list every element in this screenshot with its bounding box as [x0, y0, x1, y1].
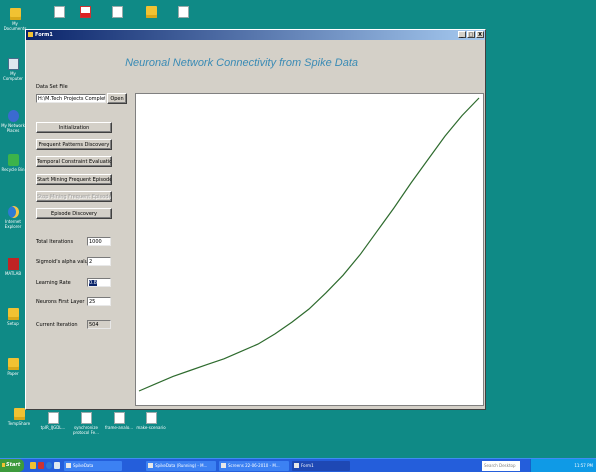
window-titlebar[interactable]: Form1 _ □ X [26, 30, 485, 40]
neurons-first-layer-label: Neurons First Layer [36, 299, 85, 305]
desktop-icon-label: My Documents [3, 21, 27, 31]
folder-icon[interactable] [30, 462, 36, 469]
initialization-button[interactable]: Initialization [36, 122, 112, 133]
form-icon [28, 32, 33, 37]
desktop-icon[interactable] [54, 462, 60, 469]
desktop-icon-label: TempShare [7, 421, 31, 426]
desktop-icon-my-documents[interactable]: My Documents [2, 8, 28, 31]
ie-icon[interactable] [46, 462, 52, 469]
desktop-icon-make-scenario[interactable]: make-scenario [136, 412, 166, 430]
desktop-icon-label: My Network Places [1, 123, 25, 133]
desktop-icon-label: synchronize protocol Fe... [73, 425, 99, 435]
desktop-icon-label: My Computer [3, 71, 23, 81]
total-iterations-label: Total Iterations [36, 239, 74, 245]
desktop-search-input[interactable]: Search Desktop [482, 461, 520, 471]
desktop-icon-paper[interactable]: Paper [0, 358, 26, 376]
total-iterations-input[interactable]: 1000 [87, 237, 111, 246]
window-controls: _ □ X [458, 31, 484, 38]
current-iteration-label: Current Iteration [36, 322, 78, 328]
task-spikedata[interactable]: SpikeData [64, 461, 122, 471]
desktop-icon-ie[interactable]: Internet Explorer [0, 206, 26, 229]
folder-icon [7, 308, 19, 320]
pdf-icon [79, 6, 91, 18]
computer-icon [7, 58, 19, 70]
desktop-icon-setup[interactable]: Setup [0, 308, 26, 326]
open-button[interactable]: Open [107, 93, 127, 104]
data-set-file-input[interactable]: H:\M.Tech Projects Completed [36, 94, 106, 103]
recycle-bin-icon [7, 154, 19, 166]
desktop-icon-label: make-scenario [136, 425, 166, 430]
app-icon [7, 258, 19, 270]
desktop-icon-folder[interactable] [138, 6, 164, 19]
network-icon [7, 110, 19, 122]
sigmoid-alpha-input[interactable]: 2 [87, 257, 111, 266]
desktop-icon-recycle-bin[interactable]: Recycle Bin [0, 154, 26, 172]
folder-icon [9, 8, 21, 20]
desktop-icon-tpir[interactable]: tpIR_IJGDL... [38, 412, 68, 430]
desktop-icon-label: MATLAB [4, 271, 22, 276]
maximize-button[interactable]: □ [467, 31, 475, 38]
task-form1[interactable]: Form1 [292, 461, 350, 471]
folder-icon [145, 6, 157, 18]
neurons-first-layer-input[interactable]: 25 [87, 297, 111, 306]
desktop-icon-label: frame-analo... [104, 425, 134, 430]
document-icon [177, 6, 189, 18]
desktop-icon-network[interactable]: My Network Places [0, 110, 26, 133]
desktop-icon-document[interactable] [46, 6, 72, 19]
desktop-icon-tempshare[interactable]: TempShare [4, 408, 34, 426]
desktop-icon-label: Recycle Bin [1, 167, 25, 172]
frequent-patterns-button[interactable]: Frequent Patterns Discovery [36, 139, 112, 150]
start-mining-button[interactable]: Start Mining Frequent Episodes [36, 174, 112, 185]
close-button[interactable]: X [476, 31, 484, 38]
temporal-constraint-button[interactable]: Temporal Constraint Evaluation [36, 156, 112, 167]
learning-rate-label: Learning Rate [36, 280, 71, 286]
start-button[interactable]: Start [0, 459, 24, 472]
document-icon [47, 412, 59, 424]
task-screens[interactable]: Screens 22-06-2010 - M... [219, 461, 289, 471]
desktop-icon-label: Paper [7, 371, 19, 376]
desktop-icon-my-computer[interactable]: My Computer [0, 58, 26, 81]
task-spikedata-running[interactable]: SpikeData (Running) - M... [146, 461, 216, 471]
app-icon[interactable] [38, 462, 44, 469]
window-title: Form1 [35, 32, 53, 38]
minimize-button[interactable]: _ [458, 31, 466, 38]
clock: 11:57 PM [574, 463, 593, 468]
desktop-icon-label: Setup [7, 321, 19, 326]
plot-svg [138, 97, 480, 392]
desktop-icon-synchronize[interactable]: synchronize protocol Fe... [70, 412, 102, 435]
document-icon [53, 6, 65, 18]
document-icon [80, 412, 92, 424]
learning-rate-input[interactable]: 0.8 [87, 278, 111, 287]
desktop-icon-matlab[interactable]: MATLAB [0, 258, 26, 276]
folder-icon [13, 408, 25, 420]
ie-icon [7, 206, 19, 218]
system-tray: 11:57 PM [530, 459, 596, 472]
desktop-icon-pdf[interactable] [72, 6, 98, 19]
sigmoid-alpha-label: Sigmoid's alpha value [36, 259, 91, 265]
desktop-icon-label: tpIR_IJGDL... [40, 425, 66, 430]
folder-icon [7, 358, 19, 370]
current-iteration-value: 504 [87, 320, 111, 329]
desktop-icon-frame-analo[interactable]: frame-analo... [104, 412, 134, 430]
document-icon [111, 6, 123, 18]
desktop-icon-document-2[interactable] [104, 6, 130, 19]
data-set-label: Data Set File [36, 84, 68, 90]
app-title: Neuronal Network Connectivity from Spike… [125, 57, 358, 69]
episode-discovery-button[interactable]: Episode Discovery [36, 208, 112, 219]
form1-window[interactable]: Form1 _ □ X Neuronal Network Connectivit… [25, 29, 486, 410]
desktop-icon-document-3[interactable] [170, 6, 196, 19]
taskbar: Start SpikeData SpikeData (Running) - M.… [0, 458, 596, 472]
series-line-0 [138, 97, 480, 392]
stop-mining-button[interactable]: Stop Mining Frequent Episodes [36, 191, 112, 202]
document-icon [113, 412, 125, 424]
learning-rate-value: 0.8 [89, 280, 97, 286]
desktop-icon-label: Internet Explorer [4, 219, 22, 229]
document-icon [145, 412, 157, 424]
connectivity-plot [135, 93, 484, 406]
